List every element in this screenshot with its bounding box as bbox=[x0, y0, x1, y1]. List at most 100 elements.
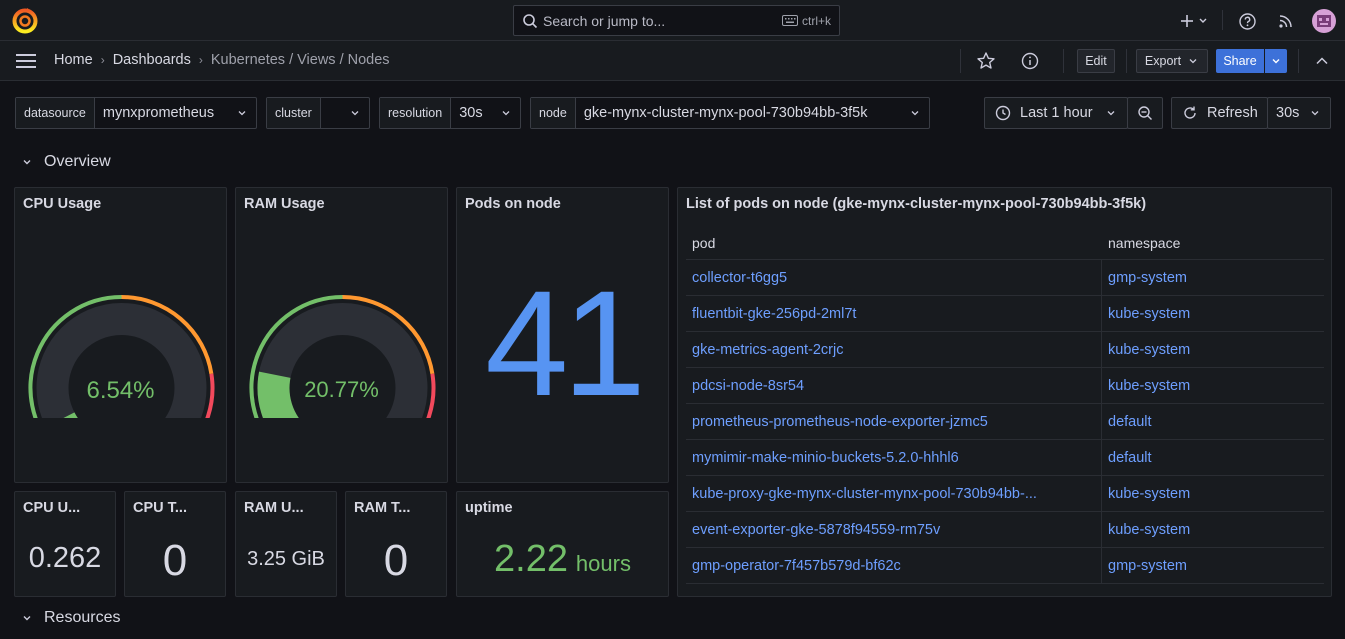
panel-cpu-u[interactable]: CPU U... 0.262 bbox=[14, 491, 116, 597]
table-row: gke-metrics-agent-2crjc kube-system bbox=[686, 332, 1324, 368]
refresh-interval-label: 30s bbox=[1276, 105, 1300, 121]
stat-value: 3.25 GiB bbox=[247, 548, 325, 570]
chevron-down-icon bbox=[23, 160, 31, 165]
chevron-down-icon bbox=[911, 111, 919, 116]
row-resources[interactable]: Resources bbox=[22, 609, 120, 627]
variable-value[interactable]: gke-mynx-cluster-mynx-pool-730b94bb-3f5k bbox=[576, 98, 929, 128]
top-bar: Search or jump to... ctrl+k bbox=[0, 0, 1345, 41]
help-button[interactable] bbox=[1234, 8, 1260, 34]
variable-datasource[interactable]: datasource mynxprometheus bbox=[15, 97, 257, 129]
breadcrumb-dashboards[interactable]: Dashboards bbox=[113, 52, 191, 68]
edit-button[interactable]: Edit bbox=[1077, 49, 1115, 73]
pod-link[interactable]: event-exporter-gke-5878f94559-rm75v bbox=[686, 512, 1102, 547]
chevron-down-icon bbox=[23, 616, 31, 621]
namespace-link[interactable]: kube-system bbox=[1102, 486, 1190, 502]
pod-link[interactable]: collector-t6gg5 bbox=[686, 260, 1102, 295]
pod-link[interactable]: gke-metrics-agent-2crjc bbox=[686, 332, 1102, 367]
pod-link[interactable]: kube-proxy-gke-mynx-cluster-mynx-pool-73… bbox=[686, 476, 1102, 511]
time-range-picker[interactable]: Last 1 hour bbox=[984, 97, 1128, 129]
refresh-icon bbox=[1184, 106, 1196, 119]
news-button[interactable] bbox=[1273, 8, 1299, 34]
panel-pods-on-node[interactable]: Pods on node 41 bbox=[456, 187, 669, 483]
panel-title: CPU Usage bbox=[23, 196, 102, 212]
variable-node[interactable]: node gke-mynx-cluster-mynx-pool-730b94bb… bbox=[530, 97, 930, 129]
chevron-up-icon[interactable] bbox=[1312, 51, 1332, 71]
zoom-out-button[interactable] bbox=[1127, 97, 1163, 129]
namespace-link[interactable]: kube-system bbox=[1102, 306, 1190, 322]
variable-label: datasource bbox=[16, 98, 95, 128]
panel-pods-list[interactable]: List of pods on node (gke-mynx-cluster-m… bbox=[677, 187, 1332, 597]
namespace-link[interactable]: default bbox=[1102, 450, 1152, 466]
table-row: mymimir-make-minio-buckets-5.2.0-hhhl6 de… bbox=[686, 440, 1324, 476]
star-icon[interactable] bbox=[976, 51, 996, 71]
variable-value[interactable] bbox=[321, 98, 369, 128]
chevron-down-icon bbox=[502, 111, 510, 116]
namespace-link[interactable]: gmp-system bbox=[1102, 270, 1187, 286]
row-overview[interactable]: Overview bbox=[22, 153, 111, 171]
info-icon[interactable] bbox=[1020, 51, 1040, 71]
chevron-down-icon bbox=[238, 111, 246, 116]
namespace-link[interactable]: kube-system bbox=[1102, 522, 1190, 538]
chevron-down-icon bbox=[1272, 59, 1280, 64]
panel-cpu-usage[interactable]: CPU Usage 6.54% bbox=[14, 187, 227, 483]
stat-value: 0.262 bbox=[28, 542, 102, 574]
plus-icon bbox=[1181, 15, 1207, 27]
table-row: kube-proxy-gke-mynx-cluster-mynx-pool-73… bbox=[686, 476, 1324, 512]
stat-value: 0 bbox=[162, 536, 188, 585]
variable-value[interactable]: mynxprometheus bbox=[95, 98, 256, 128]
breadcrumb-home[interactable]: Home bbox=[54, 52, 93, 68]
stat-value: 0 bbox=[383, 536, 409, 585]
variable-value[interactable]: 30s bbox=[451, 98, 520, 128]
share-dropdown-button[interactable] bbox=[1265, 49, 1287, 73]
help-icon bbox=[1238, 12, 1256, 30]
column-header-namespace[interactable]: namespace bbox=[1102, 235, 1180, 251]
variable-resolution[interactable]: resolution 30s bbox=[379, 97, 521, 129]
avatar[interactable] bbox=[1311, 8, 1337, 34]
namespace-link[interactable]: kube-system bbox=[1102, 342, 1190, 358]
pod-link[interactable]: mymimir-make-minio-buckets-5.2.0-hhhl6 bbox=[686, 440, 1102, 475]
panel-cpu-t[interactable]: CPU T... 0 bbox=[124, 491, 226, 597]
variable-value-text: gke-mynx-cluster-mynx-pool-730b94bb-3f5k bbox=[583, 105, 868, 121]
gauge-value: 6.54% bbox=[86, 377, 155, 404]
row-title-text: Resources bbox=[44, 609, 121, 626]
table-row: fluentbit-gke-256pd-2ml7t kube-system bbox=[686, 296, 1324, 332]
table-row: collector-t6gg5 gmp-system bbox=[686, 260, 1324, 296]
pod-link[interactable]: gmp-operator-7f457b579d-bf62c bbox=[686, 548, 1102, 583]
panel-ram-u[interactable]: RAM U... 3.25 GiB bbox=[235, 491, 337, 597]
refresh-button[interactable]: Refresh bbox=[1171, 97, 1268, 129]
export-button[interactable]: Export bbox=[1136, 49, 1208, 73]
pod-link[interactable]: prometheus-prometheus-node-exporter-jzmc… bbox=[686, 404, 1102, 439]
nav-bar: Home › Dashboards › Kubernetes / Views /… bbox=[0, 41, 1345, 81]
time-range-label: Last 1 hour bbox=[1020, 105, 1093, 121]
search-placeholder: Search or jump to... bbox=[543, 12, 666, 29]
search-bar[interactable]: Search or jump to... ctrl+k bbox=[513, 5, 840, 36]
panel-uptime[interactable]: uptime 2.22 hours bbox=[456, 491, 669, 597]
divider bbox=[1222, 10, 1223, 30]
panel-title: RAM T... bbox=[354, 500, 411, 516]
divider bbox=[960, 49, 961, 73]
stat-value: 41 bbox=[485, 259, 646, 427]
variable-label: node bbox=[531, 98, 576, 128]
new-menu-button[interactable] bbox=[1176, 8, 1212, 34]
panel-title: RAM Usage bbox=[244, 196, 325, 212]
grafana-logo-icon[interactable] bbox=[12, 8, 38, 34]
variable-cluster[interactable]: cluster bbox=[266, 97, 370, 129]
pod-link[interactable]: fluentbit-gke-256pd-2ml7t bbox=[686, 296, 1102, 331]
share-button[interactable]: Share bbox=[1216, 49, 1264, 73]
table-row: prometheus-prometheus-node-exporter-jzmc… bbox=[686, 404, 1324, 440]
refresh-interval-picker[interactable]: 30s bbox=[1267, 97, 1331, 129]
namespace-link[interactable]: gmp-system bbox=[1102, 558, 1187, 574]
chevron-right-icon: › bbox=[198, 53, 203, 67]
uptime-value-group: 2.22 hours bbox=[457, 538, 668, 581]
table-header: pod namespace bbox=[686, 226, 1324, 260]
column-header-pod[interactable]: pod bbox=[686, 235, 1102, 251]
namespace-link[interactable]: default bbox=[1102, 414, 1152, 430]
panel-ram-t[interactable]: RAM T... 0 bbox=[345, 491, 447, 597]
shortcut-label: ctrl+k bbox=[801, 13, 831, 28]
panel-title: uptime bbox=[465, 500, 513, 516]
namespace-link[interactable]: kube-system bbox=[1102, 378, 1190, 394]
panel-ram-usage[interactable]: RAM Usage 20.77% bbox=[235, 187, 448, 483]
pod-link[interactable]: pdcsi-node-8sr54 bbox=[686, 368, 1102, 403]
stat-value: 2.22 bbox=[494, 538, 569, 580]
menu-icon[interactable] bbox=[15, 53, 37, 69]
